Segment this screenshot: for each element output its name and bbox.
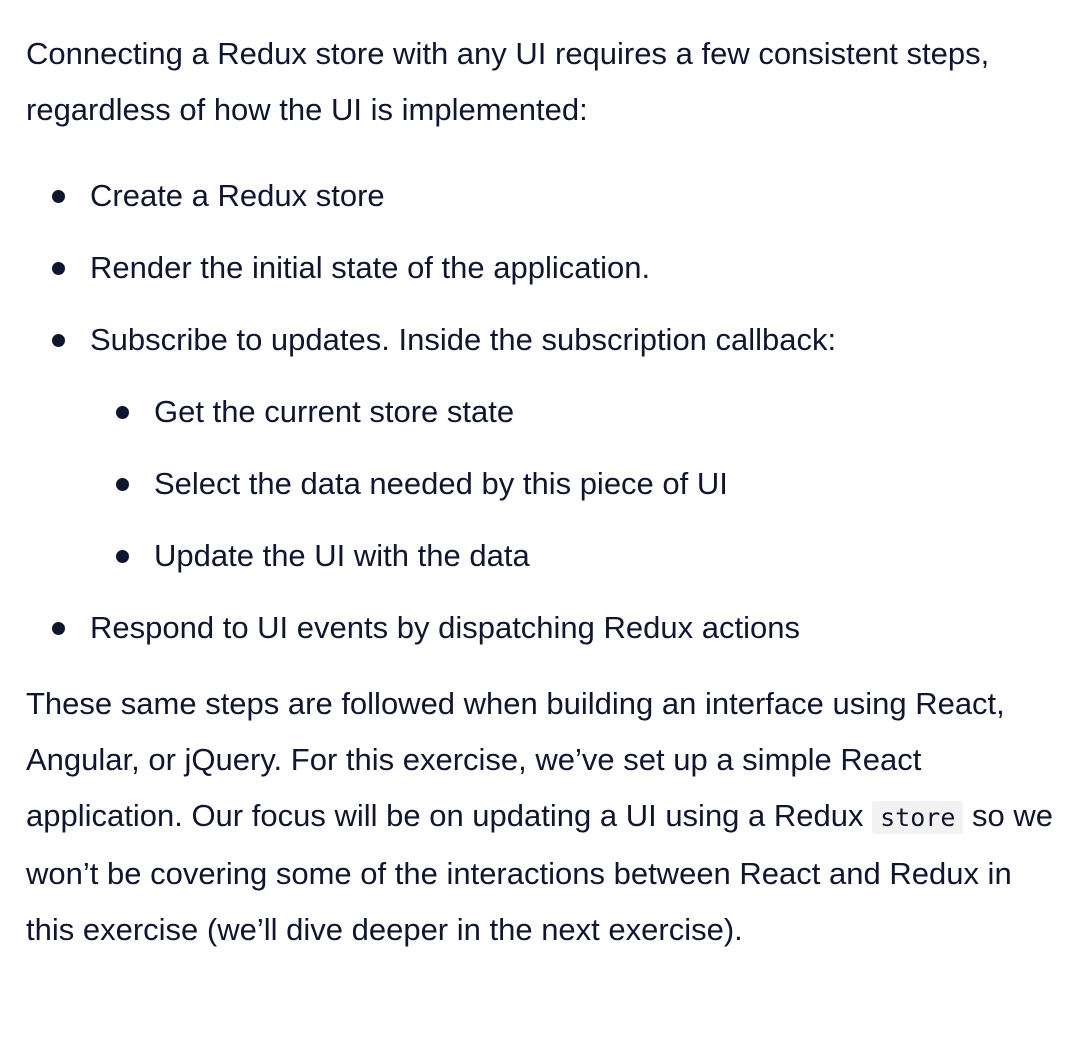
closing-text-before-code: These same steps are followed when build… xyxy=(26,686,1005,833)
substeps-list: Get the current store state Select the d… xyxy=(90,384,1056,584)
list-item: Subscribe to updates. Inside the subscri… xyxy=(26,312,1056,584)
article-content: Connecting a Redux store with any UI req… xyxy=(0,0,1056,958)
list-item: Render the initial state of the applicat… xyxy=(26,240,1056,296)
sub-list-item: Select the data needed by this piece of … xyxy=(90,456,1056,512)
steps-list: Create a Redux store Render the initial … xyxy=(26,168,1056,656)
intro-paragraph: Connecting a Redux store with any UI req… xyxy=(26,36,990,127)
sub-list-item: Update the UI with the data xyxy=(90,528,1056,584)
list-item-label: Subscribe to updates. Inside the subscri… xyxy=(90,322,837,357)
inline-code-store: store xyxy=(872,801,964,834)
list-item: Respond to UI events by dispatching Redu… xyxy=(26,600,1056,656)
list-item: Create a Redux store xyxy=(26,168,1056,224)
closing-paragraph: These same steps are followed when build… xyxy=(26,676,1056,958)
sub-list-item: Get the current store state xyxy=(90,384,1056,440)
